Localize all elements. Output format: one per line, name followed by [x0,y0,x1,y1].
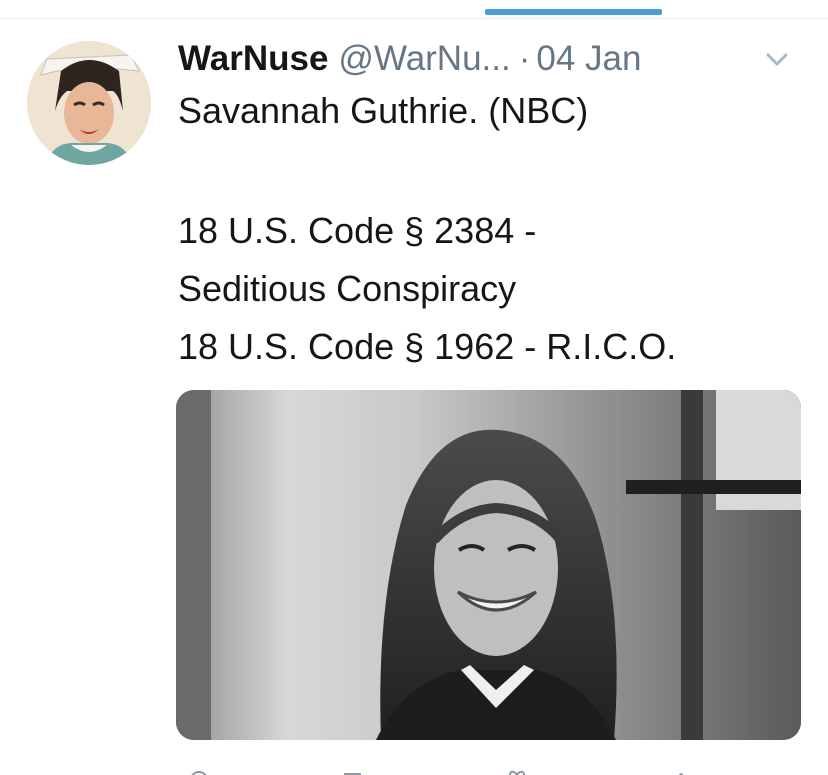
tweet-actions-bar [176,762,801,775]
tweet-text-line: 18 U.S. Code § 1962 - R.I.C.O. [178,326,677,367]
active-tab-indicator [485,9,662,15]
tweet-media-photo[interactable] [176,390,801,740]
share-icon[interactable] [666,770,696,775]
tweet-text-line: 18 U.S. Code § 2384 - [178,210,537,251]
tweet-header: WarNuse @WarNu... · 04 Jan [178,34,641,84]
avatar-portrait-icon [27,41,151,165]
author-handle[interactable]: @WarNu... [338,39,510,79]
like-icon[interactable] [502,770,532,775]
tweet-text-line: Seditious Conspiracy [178,268,517,309]
tab-bar [0,0,828,19]
chevron-down-icon [766,53,788,66]
reply-icon[interactable] [184,770,214,775]
author-name[interactable]: WarNuse [178,39,328,79]
tweet-text-line: Savannah Guthrie. (NBC) [178,90,589,131]
tweet-date[interactable]: 04 Jan [536,39,641,79]
retweet-icon[interactable] [341,770,371,775]
tweet-menu-button[interactable] [762,47,792,71]
photo-image [176,390,801,740]
author-avatar[interactable] [27,41,151,165]
header-separator: · [518,39,531,78]
